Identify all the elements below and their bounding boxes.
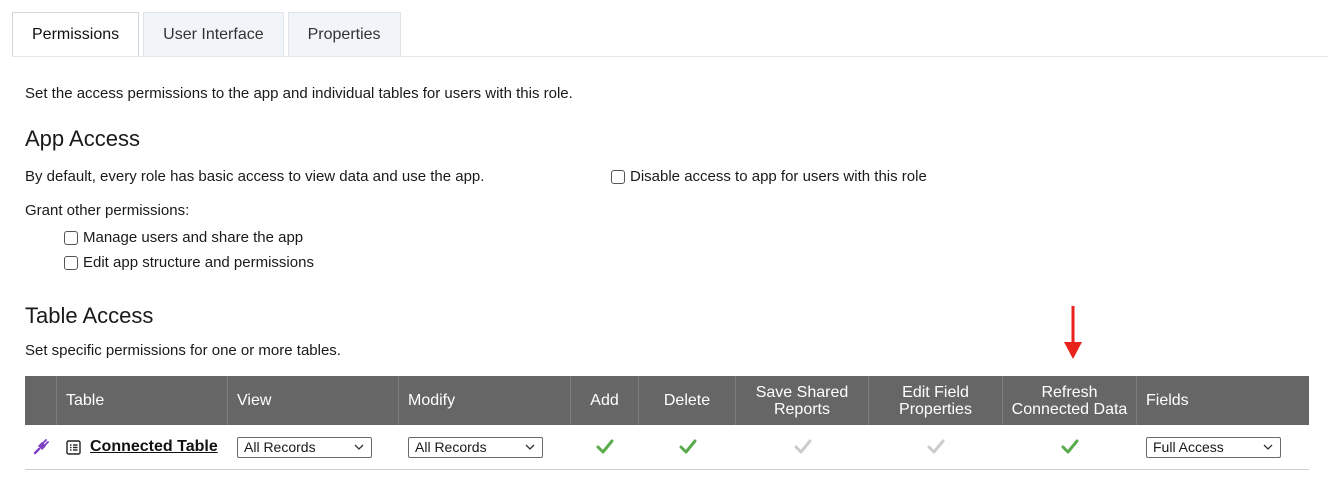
chevron-down-icon	[1263, 444, 1273, 450]
refresh-line1: Refresh	[1041, 383, 1098, 401]
col-add-header: Add	[571, 376, 639, 425]
edit-structure-label[interactable]: Edit app structure and permissions	[83, 254, 314, 271]
table-access-header: Table View Modify Add Delete Save Shared…	[25, 376, 1309, 425]
col-save-shared-reports-header: Save Shared Reports	[736, 376, 869, 425]
table-access-grid: Table View Modify Add Delete Save Shared…	[25, 376, 1309, 470]
fields-select[interactable]: Full Access	[1146, 436, 1281, 458]
edit-structure-option: Edit app structure and permissions	[64, 254, 314, 271]
disable-access-option: Disable access to app for users with thi…	[611, 168, 927, 185]
tab-user-interface[interactable]: User Interface	[143, 12, 284, 56]
edit-field-line2: Properties	[899, 400, 972, 418]
fields-cell: Full Access	[1137, 425, 1309, 469]
col-fields-header: Fields	[1146, 392, 1189, 409]
col-view-header: View	[228, 376, 399, 425]
manage-users-option: Manage users and share the app	[64, 229, 303, 246]
add-checkmark-icon[interactable]	[596, 439, 614, 455]
delete-cell	[639, 425, 736, 469]
modify-select-value: All Records	[415, 439, 487, 455]
grant-permissions-label: Grant other permissions:	[25, 202, 190, 219]
col-refresh-connected-data-header: Refresh Connected Data	[1003, 376, 1137, 425]
chevron-down-icon	[525, 444, 535, 450]
connected-table-link[interactable]: Connected Table	[90, 438, 218, 456]
fields-select-value: Full Access	[1153, 439, 1224, 455]
default-access-text: By default, every role has basic access …	[25, 168, 485, 185]
disable-access-checkbox[interactable]	[611, 169, 625, 184]
table-list-icon	[66, 439, 81, 455]
table-access-heading: Table Access	[25, 303, 154, 328]
add-cell	[571, 425, 639, 469]
intro-text: Set the access permissions to the app an…	[25, 85, 573, 102]
edit-structure-checkbox[interactable]	[64, 255, 78, 270]
save-shared-line1: Save Shared	[755, 383, 849, 401]
modify-cell: All Records	[399, 425, 571, 469]
connector-plug-icon	[25, 425, 57, 469]
tab-divider	[12, 56, 1328, 57]
save-shared-line2: Reports	[773, 400, 830, 418]
view-select[interactable]: All Records	[237, 436, 372, 458]
col-edit-field-properties-header: Edit Field Properties	[869, 376, 1003, 425]
refresh-connected-data-cell	[1003, 425, 1137, 469]
manage-users-label[interactable]: Manage users and share the app	[83, 229, 303, 246]
modify-select[interactable]: All Records	[408, 436, 543, 458]
table-name-cell: Connected Table	[57, 425, 228, 469]
save-shared-reports-cell	[736, 425, 869, 469]
col-delete-header: Delete	[639, 376, 736, 425]
save-shared-reports-checkmark-icon[interactable]	[794, 439, 812, 455]
tab-permissions[interactable]: Permissions	[12, 12, 140, 57]
edit-field-properties-checkmark-icon[interactable]	[927, 439, 945, 455]
col-modify-header: Modify	[399, 376, 571, 425]
table-access-subtitle: Set specific permissions for one or more…	[25, 342, 341, 359]
red-arrow-annotation-icon	[1064, 306, 1082, 359]
tab-properties[interactable]: Properties	[287, 12, 401, 56]
refresh-connected-data-checkmark-icon[interactable]	[1061, 439, 1079, 455]
refresh-line2: Connected Data	[1011, 400, 1128, 418]
edit-field-properties-cell	[869, 425, 1003, 469]
col-table-header: Table	[57, 376, 228, 425]
table-row: Connected Table All Records All Records	[25, 425, 1309, 470]
tab-bar: Permissions User Interface Properties	[12, 12, 405, 57]
delete-checkmark-icon[interactable]	[679, 439, 697, 455]
chevron-down-icon	[354, 444, 364, 450]
app-access-heading: App Access	[25, 126, 140, 151]
col-icon-header	[25, 376, 57, 425]
edit-field-line1: Edit Field	[902, 383, 969, 401]
manage-users-checkbox[interactable]	[64, 230, 78, 245]
view-select-value: All Records	[244, 439, 316, 455]
view-cell: All Records	[228, 425, 399, 469]
disable-access-label[interactable]: Disable access to app for users with thi…	[630, 168, 927, 185]
